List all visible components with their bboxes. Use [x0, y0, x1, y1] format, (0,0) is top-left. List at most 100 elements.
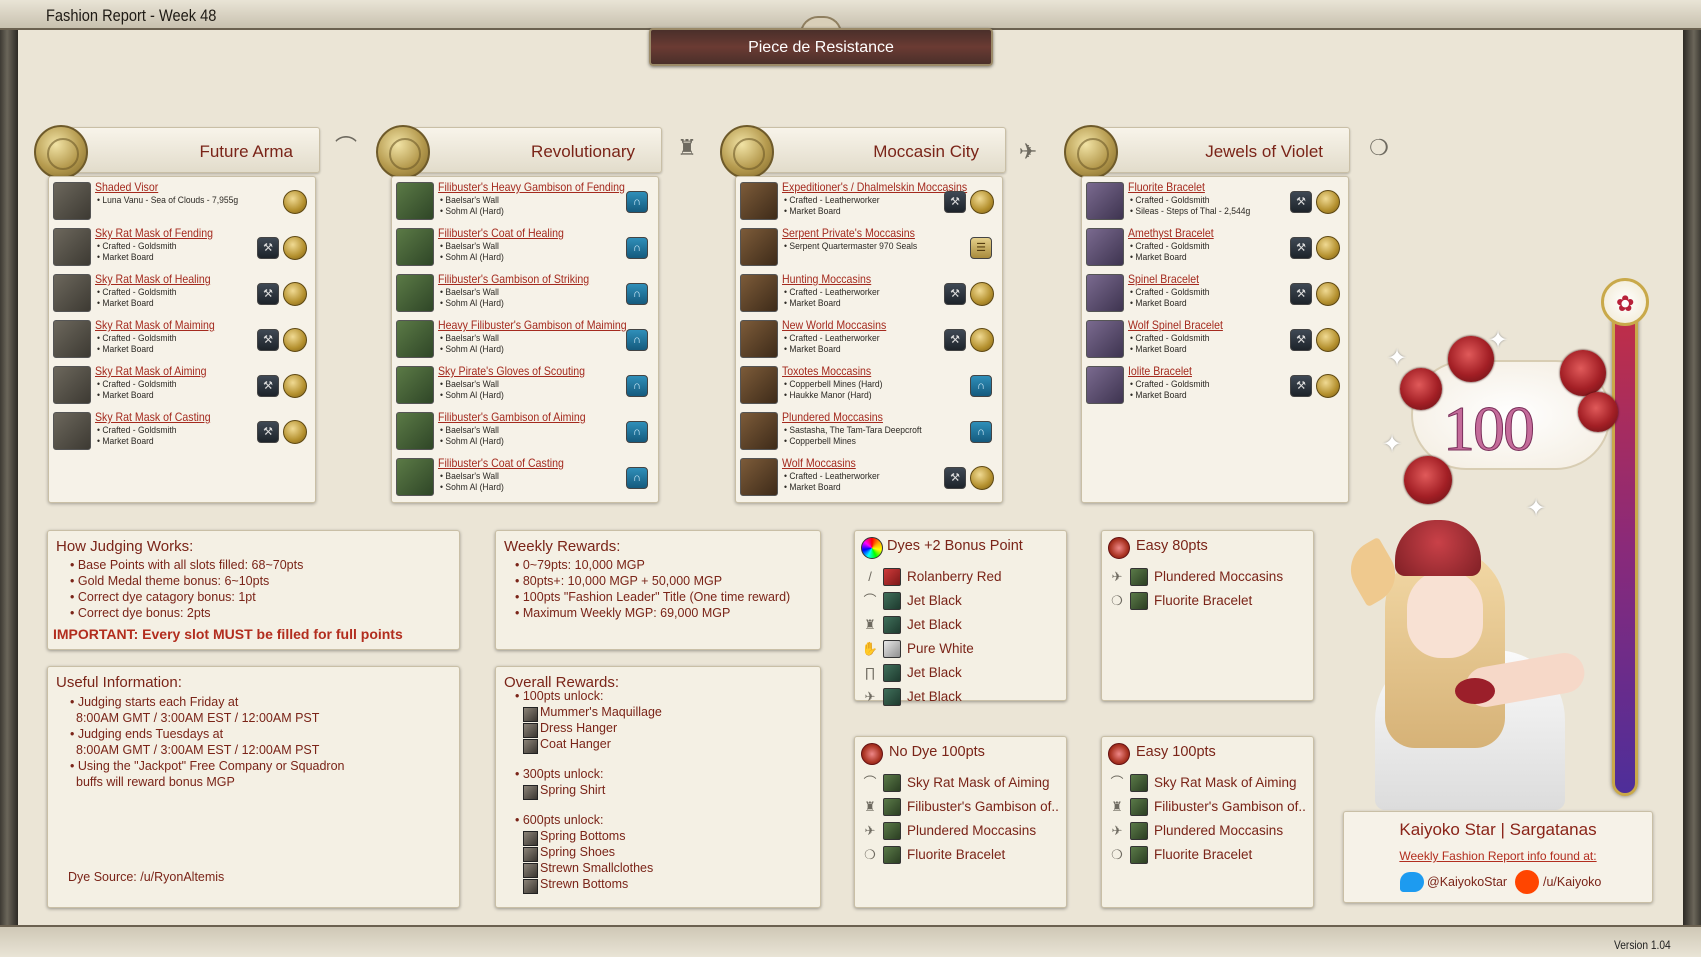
useful-info-panel: Useful Information: • Judging starts eac…: [47, 666, 460, 908]
item-name: Filibuster's Gambison of..: [907, 799, 1059, 814]
crafting-icon: ⚒: [1290, 329, 1312, 351]
item-name-link[interactable]: Fluorite Bracelet: [1128, 180, 1205, 194]
bracelet-slot-icon: ❍: [864, 847, 876, 862]
item-name-link[interactable]: Filibuster's Coat of Healing: [438, 226, 564, 240]
item-name-link[interactable]: New World Moccasins: [782, 318, 886, 332]
item-name-link[interactable]: Sky Rat Mask of Casting: [95, 410, 211, 424]
item-name-link[interactable]: Amethyst Bracelet: [1128, 226, 1214, 240]
item-name-link[interactable]: Expeditioner's / Dhalmelskin Moccasins: [782, 180, 967, 194]
item-thumbnail-icon: [1086, 182, 1124, 220]
item-source: • Sohm Al (Hard): [440, 252, 504, 263]
item-source: • Market Board: [97, 252, 154, 263]
item-name-link[interactable]: Hunting Moccasins: [782, 272, 871, 286]
unlock-header: • 300pts unlock:: [515, 767, 604, 781]
gear-item[interactable]: Plundered Moccasins • Sastasha, The Tam-T…: [740, 410, 998, 454]
item-name-link[interactable]: Toxotes Moccasins: [782, 364, 871, 378]
item-thumbnail-icon: [396, 412, 434, 450]
dye-row: ∏ Jet Black: [861, 663, 1060, 683]
item-name-link[interactable]: Sky Rat Mask of Healing: [95, 272, 211, 286]
character-hat: [1395, 520, 1481, 576]
gear-item[interactable]: Heavy Filibuster's Gambison of Maiming • …: [396, 318, 654, 362]
item-thumb: [1130, 774, 1148, 792]
gear-item[interactable]: Amethyst Bracelet • Crafted - Goldsmith • …: [1086, 226, 1344, 270]
item-source: • Baelsar's Wall: [440, 333, 499, 344]
gil-coin-icon: [970, 282, 994, 306]
item-source: • Serpent Quartermaster 970 Seals: [784, 241, 918, 252]
item-source: • Crafted - Goldsmith: [97, 333, 177, 344]
weekly-line: • 80pts+: 10,000 MGP + 50,000 MGP: [515, 574, 723, 588]
gear-item[interactable]: Filibuster's Gambison of Striking • Baels…: [396, 272, 654, 316]
gear-item[interactable]: Sky Rat Mask of Fending • Crafted - Golds…: [53, 226, 311, 270]
gil-coin-icon: [1316, 328, 1340, 352]
gear-item[interactable]: New World Moccasins • Crafted - Leatherwo…: [740, 318, 998, 362]
gear-item[interactable]: Wolf Moccasins • Crafted - Leatherworker •…: [740, 456, 998, 500]
item-source: • Crafted - Goldsmith: [1130, 287, 1210, 298]
gear-item[interactable]: Sky Rat Mask of Healing • Crafted - Golds…: [53, 272, 311, 316]
item-name: Sky Rat Mask of Aiming: [1154, 775, 1297, 790]
head-slot-icon: ⌒: [863, 775, 877, 790]
body-slot-icon: ♜: [864, 799, 876, 814]
item-name-link[interactable]: Sky Pirate's Gloves of Scouting: [438, 364, 585, 378]
item-name-link[interactable]: Wolf Moccasins: [782, 456, 856, 470]
character-bow: [1455, 678, 1495, 704]
gear-item[interactable]: Fluorite Bracelet • Crafted - Goldsmith • …: [1086, 180, 1344, 224]
gear-item[interactable]: Spinel Bracelet • Crafted - Goldsmith • Ma…: [1086, 272, 1344, 316]
gear-item[interactable]: Sky Rat Mask of Maiming • Crafted - Golds…: [53, 318, 311, 362]
info-link[interactable]: Weekly Fashion Report info found at:: [1344, 849, 1652, 863]
gear-item[interactable]: Wolf Spinel Bracelet • Crafted - Goldsmit…: [1086, 318, 1344, 362]
gold-medal-icon: [34, 125, 88, 179]
body-slot-icon: ♜: [677, 135, 697, 160]
item-name-link[interactable]: Filibuster's Coat of Casting: [438, 456, 564, 470]
item-name: Fluorite Bracelet: [1154, 847, 1253, 862]
slot-items-head: Shaded Visor • Luna Vanu - Sea of Clouds …: [48, 176, 316, 503]
feet-slot-icon: ✈: [1018, 139, 1038, 164]
item-source: • Baelsar's Wall: [440, 425, 499, 436]
item-name-link[interactable]: Sky Rat Mask of Fending: [95, 226, 213, 240]
useful-line: • Judging starts each Friday at: [70, 695, 239, 709]
item-name-link[interactable]: Iolite Bracelet: [1128, 364, 1192, 378]
item-name-link[interactable]: Plundered Moccasins: [782, 410, 883, 424]
dye-row: / Rolanberry Red: [861, 567, 1060, 587]
gear-item[interactable]: Filibuster's Coat of Healing • Baelsar's …: [396, 226, 654, 270]
dye-row: ✈ Jet Black: [861, 687, 1060, 706]
gear-item[interactable]: Sky Rat Mask of Casting • Crafted - Golds…: [53, 410, 311, 454]
gear-item[interactable]: Serpent Private's Moccasins • Serpent Qua…: [740, 226, 998, 270]
item-thumbnail-icon: [1086, 274, 1124, 312]
slot-header-body: Revolutionary: [376, 125, 662, 179]
gear-item[interactable]: Filibuster's Gambison of Aiming • Baelsar…: [396, 410, 654, 454]
unlock-item: Coat Hanger: [523, 737, 611, 754]
judging-line: • Base Points with all slots filled: 68~…: [70, 558, 304, 572]
twitter-icon: [1400, 872, 1424, 892]
unlock-item: Strewn Smallclothes: [523, 861, 653, 878]
item-name-link[interactable]: Filibuster's Gambison of Aiming: [438, 410, 586, 424]
suggestion-row: ❍ Fluorite Bracelet: [1108, 845, 1307, 865]
gear-item[interactable]: Toxotes Moccasins • Copperbell Mines (Har…: [740, 364, 998, 408]
suggestion-row: ⌒ Sky Rat Mask of Aiming: [861, 773, 1060, 793]
suggestion-row: ♜ Filibuster's Gambison of..: [1108, 797, 1307, 817]
item-thumbnail-icon: [396, 228, 434, 266]
item-source: • Market Board: [1130, 252, 1187, 263]
item-source: • Market Board: [784, 206, 841, 217]
crafting-icon: ⚒: [944, 191, 966, 213]
gear-item[interactable]: Iolite Bracelet • Crafted - Goldsmith • Ma…: [1086, 364, 1344, 408]
gear-item[interactable]: Filibuster's Heavy Gambison of Fending • …: [396, 180, 654, 224]
item-name-link[interactable]: Heavy Filibuster's Gambison of Maiming: [438, 318, 627, 332]
gear-item[interactable]: Filibuster's Coat of Casting • Baelsar's …: [396, 456, 654, 500]
item-name-link[interactable]: Serpent Private's Moccasins: [782, 226, 915, 240]
item-name-link[interactable]: Filibuster's Heavy Gambison of Fending: [438, 180, 625, 194]
item-name-link[interactable]: Spinel Bracelet: [1128, 272, 1199, 286]
twitter-handle[interactable]: @KaiyokoStar: [1427, 875, 1507, 889]
item-name-link[interactable]: Sky Rat Mask of Aiming: [95, 364, 207, 378]
gear-item[interactable]: Shaded Visor • Luna Vanu - Sea of Clouds …: [53, 180, 311, 224]
gear-item[interactable]: Sky Pirate's Gloves of Scouting • Baelsar…: [396, 364, 654, 408]
item-name-link[interactable]: Filibuster's Gambison of Striking: [438, 272, 589, 286]
dye-swatch: [883, 568, 901, 586]
item-name-link[interactable]: Sky Rat Mask of Maiming: [95, 318, 215, 332]
gear-item[interactable]: Hunting Moccasins • Crafted - Leatherwork…: [740, 272, 998, 316]
gear-item[interactable]: Expeditioner's / Dhalmelskin Moccasins • …: [740, 180, 998, 224]
item-name-link[interactable]: Shaded Visor: [95, 180, 158, 194]
item-name-link[interactable]: Wolf Spinel Bracelet: [1128, 318, 1223, 332]
gear-item[interactable]: Sky Rat Mask of Aiming • Crafted - Goldsm…: [53, 364, 311, 408]
reddit-handle[interactable]: /u/Kaiyoko: [1543, 875, 1601, 889]
weekly-title: Weekly Rewards:: [504, 538, 621, 555]
